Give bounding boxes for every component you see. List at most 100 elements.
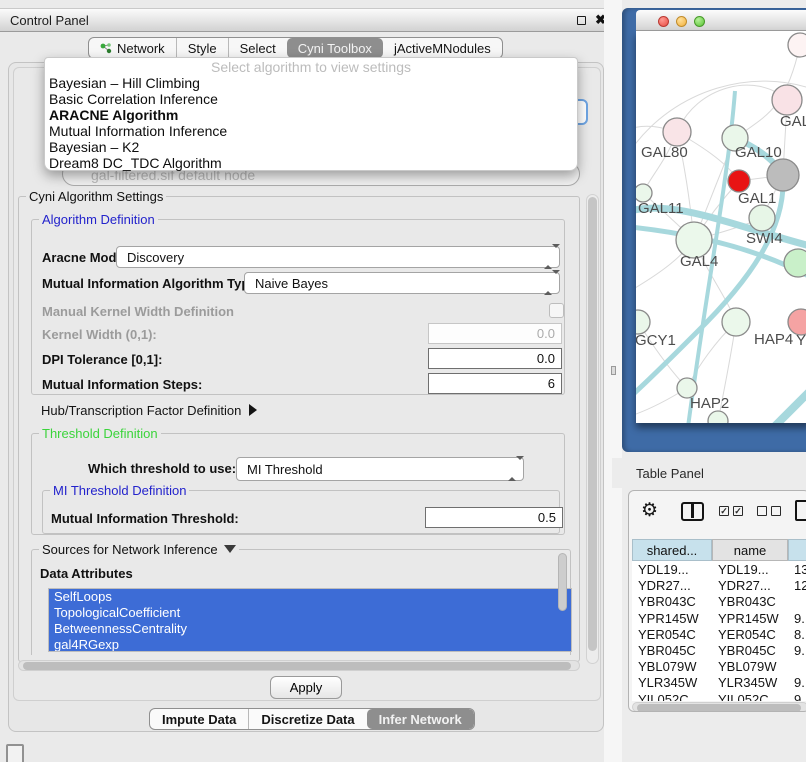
which-threshold-label: Which threshold to use: (88, 461, 236, 476)
which-threshold-combo[interactable]: MI Threshold (236, 457, 524, 481)
expander-expanded-icon (224, 545, 236, 553)
tab-label: Infer Network (379, 712, 462, 727)
algorithm-option[interactable]: Bayesian – Hill Climbing (45, 75, 577, 91)
table-row[interactable]: YDR27...YDR27...12 (632, 577, 806, 593)
table-cell: YLR345W (712, 674, 788, 690)
tab-infer-network[interactable]: Infer Network (367, 709, 474, 729)
mi-threshold-field[interactable]: 0.5 (425, 507, 563, 528)
network-node-swi4[interactable] (784, 249, 806, 277)
scrollbar-thumb[interactable] (23, 662, 571, 670)
hub-definition-expander[interactable]: Hub/Transcription Factor Definition (41, 403, 257, 418)
network-node-gal1[interactable] (749, 205, 775, 231)
close-traffic-light-icon[interactable] (658, 16, 669, 27)
scrollbar-thumb[interactable] (588, 197, 597, 651)
docked-panel-icon[interactable] (6, 744, 24, 762)
dpi-tolerance-label: DPI Tolerance [0,1]: (42, 352, 162, 367)
algorithm-option[interactable]: Mutual Information Inference (45, 123, 577, 139)
network-node[interactable] (767, 159, 799, 191)
attribute-list-item[interactable]: BetweennessCentrality (49, 621, 571, 637)
select-all-checkbox-icon[interactable]: ✓ (719, 506, 729, 516)
tab-label: jActiveMNodules (394, 41, 491, 56)
deselect-all-checkbox-icon[interactable] (757, 506, 767, 516)
table-body: YDL19...YDL19...13YDR27...YDR27...12YBR0… (632, 561, 806, 701)
attribute-list-item[interactable]: gal4RGexp (49, 637, 571, 652)
tab-select[interactable]: Select (228, 38, 287, 58)
table-cell: YPR145W (712, 610, 788, 626)
mi-steps-field[interactable]: 6 (428, 373, 562, 394)
manual-kernel-checkbox[interactable] (549, 303, 564, 318)
network-node-gal80[interactable] (663, 118, 691, 146)
table-row[interactable]: YBR043CYBR043C (632, 593, 806, 609)
combo-arrows-icon (508, 460, 516, 478)
attribute-list-item[interactable]: TopologicalCoefficient (49, 605, 571, 621)
settings-horizontal-scrollbar[interactable] (18, 660, 580, 671)
settings-group-title: Cyni Algorithm Settings (26, 189, 166, 204)
table-row[interactable]: YIL052CYIL052C9. (632, 691, 806, 702)
algorithm-option-list: Bayesian – Hill ClimbingBasic Correlatio… (45, 75, 577, 171)
splitter-handle-icon[interactable] (611, 366, 616, 375)
table-cell: YER054C (712, 626, 788, 642)
algorithm-option[interactable]: Basic Correlation Inference (45, 91, 577, 107)
table-cell: YBR045C (712, 642, 788, 658)
tab-jactivemnodules[interactable]: jActiveMNodules (383, 38, 502, 58)
algorithm-option[interactable]: Dream8 DC_TDC Algorithm (45, 155, 577, 171)
cyni-bottom-tab-bar: Impute Data Discretize Data Infer Networ… (149, 708, 475, 730)
network-node-hap4[interactable] (722, 308, 750, 336)
tab-network[interactable]: Network (89, 38, 176, 58)
network-node[interactable] (708, 411, 728, 423)
column-layout-icon[interactable] (681, 502, 704, 521)
minimize-traffic-light-icon[interactable] (676, 16, 687, 27)
select-all-checkbox-icon[interactable]: ✓ (733, 506, 743, 516)
tab-discretize-data[interactable]: Discretize Data (248, 709, 366, 729)
kernel-width-field[interactable]: 0.0 (428, 323, 562, 344)
mi-type-combo[interactable]: Naive Bayes (244, 272, 560, 294)
table-column-header[interactable]: shared... (632, 539, 712, 561)
network-node[interactable] (728, 170, 750, 192)
table-row[interactable]: YDL19...YDL19...13 (632, 561, 806, 577)
table-row[interactable]: YBL079WYBL079W (632, 658, 806, 674)
settings-vertical-scrollbar[interactable] (586, 194, 599, 664)
apply-button[interactable]: Apply (270, 676, 342, 699)
table-row[interactable]: YBR045CYBR045C9. (632, 642, 806, 658)
node-label: GAL80 (641, 144, 688, 161)
gear-icon[interactable]: ⚙ (641, 499, 658, 522)
network-node[interactable] (788, 33, 806, 57)
tab-impute-data[interactable]: Impute Data (150, 709, 248, 729)
aracne-mode-combo[interactable]: Discovery (116, 246, 560, 268)
kernel-width-label: Kernel Width (0,1): (42, 327, 157, 342)
table-row[interactable]: YPR145WYPR145W9. (632, 610, 806, 626)
table-cell: YBR043C (712, 593, 788, 609)
sources-expander[interactable]: Sources for Network Inference (39, 542, 239, 557)
panel-divider[interactable] (604, 0, 622, 762)
mi-threshold-label: Mutual Information Threshold: (51, 511, 239, 526)
network-canvas[interactable]: GALGAL80GAL10GAL1GAL11GAL4SWI4GCY1HAP4YH… (636, 31, 806, 423)
node-label: HAP2 (690, 395, 729, 412)
table-horizontal-scrollbar[interactable] (632, 702, 806, 712)
attribute-list-item[interactable]: SelfLoops (49, 589, 571, 605)
tab-label: Cyni Toolbox (298, 41, 372, 56)
table-row[interactable]: YLR345WYLR345W9. (632, 674, 806, 690)
deselect-all-checkbox-icon[interactable] (771, 506, 781, 516)
tab-style[interactable]: Style (176, 38, 228, 58)
data-attributes-list[interactable]: SelfLoopsTopologicalCoefficientBetweenne… (48, 588, 572, 652)
float-panel-icon[interactable] (577, 16, 586, 25)
new-table-icon[interactable] (795, 500, 806, 521)
scrollbar-thumb[interactable] (637, 704, 801, 712)
network-window-titlebar[interactable] (636, 10, 806, 31)
tab-cyni-toolbox[interactable]: Cyni Toolbox (287, 38, 383, 58)
table-cell (788, 658, 806, 674)
network-node-gal[interactable] (772, 85, 802, 115)
algorithm-dropdown-placeholder: Select algorithm to view settings (45, 58, 577, 75)
manual-kernel-label: Manual Kernel Width Definition (42, 304, 234, 319)
attributes-list-scrollbar[interactable] (558, 553, 567, 611)
network-node-gcy1[interactable] (636, 310, 650, 334)
table-column-header[interactable]: name (712, 539, 788, 561)
dpi-tolerance-field[interactable]: 0.0 (428, 348, 562, 369)
table-row[interactable]: YER054CYER054C8. (632, 626, 806, 642)
algorithm-option[interactable]: Bayesian – K2 (45, 139, 577, 155)
zoom-traffic-light-icon[interactable] (694, 16, 705, 27)
combo-arrows-icon (544, 274, 552, 292)
aracne-mode-value: Discovery (127, 250, 184, 265)
algorithm-option[interactable]: ARACNE Algorithm (45, 107, 577, 123)
table-column-header[interactable] (788, 539, 806, 561)
